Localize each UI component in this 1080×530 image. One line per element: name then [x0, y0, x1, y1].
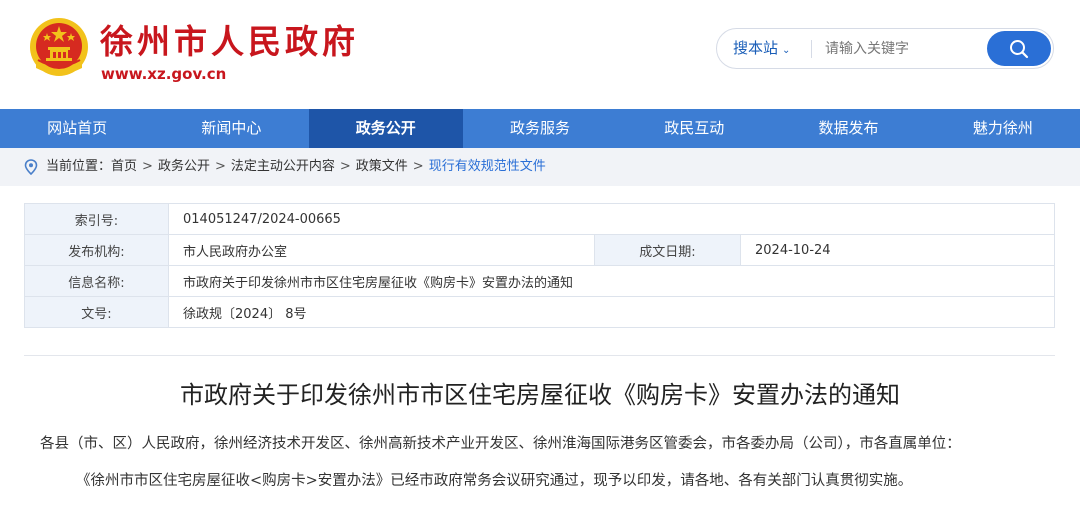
search-scope-label: 搜本站 — [733, 39, 779, 57]
nav-item-home[interactable]: 网站首页 — [0, 109, 154, 148]
search-icon — [1010, 39, 1029, 58]
index-value: 014051247/2024-00665 — [168, 203, 1055, 235]
national-emblem-icon[interactable] — [28, 16, 90, 80]
document-title: 市政府关于印发徐州市市区住宅房屋征收《购房卡》安置办法的通知 — [180, 381, 900, 409]
breadcrumb-separator: > — [339, 159, 351, 174]
table-row: 索引号: 014051247/2024-00665 — [24, 203, 1055, 235]
date-value: 2024-10-24 — [740, 234, 1055, 266]
document-addressees: 各县（市、区）人民政府，徐州经济技术开发区、徐州高新技术产业开发区、徐州淮海国际… — [40, 436, 961, 452]
nav-item-gov-affairs-open[interactable]: 政务公开 — [308, 109, 463, 148]
search-box: 搜本站 ⌄ — [716, 28, 1054, 69]
breadcrumb-statutory-content[interactable]: 法定主动公开内容 — [231, 148, 335, 186]
chevron-down-icon: ⌄ — [782, 45, 791, 56]
search-button[interactable] — [987, 31, 1051, 66]
table-row: 信息名称: 市政府关于印发徐州市市区住宅房屋征收《购房卡》安置办法的通知 — [24, 265, 1055, 297]
breadcrumb-policy-documents[interactable]: 政策文件 — [356, 148, 408, 186]
docno-value: 徐政规〔2024〕 8号 — [168, 296, 1055, 328]
breadcrumb: 当前位置： 首页 > 政务公开 > 法定主动公开内容 > 政策文件 > 现行有效… — [24, 148, 546, 186]
main-nav: 网站首页 新闻中心 政务公开 政务服务 政民互动 数据发布 魅力徐州 — [0, 109, 1080, 148]
nav-item-charm-xuzhou[interactable]: 魅力徐州 — [926, 109, 1080, 148]
date-label: 成文日期: — [594, 234, 741, 266]
breadcrumb-home[interactable]: 首页 — [111, 148, 137, 186]
breadcrumb-gov-affairs-open[interactable]: 政务公开 — [158, 148, 210, 186]
site-title[interactable]: 徐州市人民政府 — [100, 22, 359, 62]
search-input[interactable] — [825, 34, 985, 63]
org-label: 发布机构: — [24, 234, 169, 266]
org-value: 市人民政府办公室 — [168, 234, 595, 266]
breadcrumb-current[interactable]: 现行有效规范性文件 — [429, 148, 546, 186]
nav-item-news[interactable]: 新闻中心 — [154, 109, 308, 148]
breadcrumb-separator: > — [142, 159, 153, 174]
search-scope-dropdown[interactable]: 搜本站 ⌄ — [733, 29, 790, 68]
breadcrumb-bar: 当前位置： 首页 > 政务公开 > 法定主动公开内容 > 政策文件 > 现行有效… — [0, 148, 1080, 186]
name-label: 信息名称: — [24, 265, 169, 297]
nav-item-data-release[interactable]: 数据发布 — [771, 109, 925, 148]
site-url: www.xz.gov.cn — [101, 65, 227, 83]
nav-item-gov-services[interactable]: 政务服务 — [463, 109, 617, 148]
name-value: 市政府关于印发徐州市市区住宅房屋征收《购房卡》安置办法的通知 — [168, 265, 1055, 297]
location-pin-icon — [24, 159, 38, 175]
breadcrumb-separator: > — [214, 159, 226, 174]
index-label: 索引号: — [24, 203, 169, 235]
docno-label: 文号: — [24, 296, 169, 328]
search-divider — [811, 40, 812, 58]
document-body-paragraph: 《徐州市市区住宅房屋征收<购房卡>安置办法》已经市政府常务会议研究通过，现予以印… — [76, 473, 913, 489]
nav-item-interaction[interactable]: 政民互动 — [617, 109, 771, 148]
divider — [24, 355, 1055, 356]
breadcrumb-separator: > — [412, 159, 424, 174]
breadcrumb-prefix: 当前位置： — [46, 159, 112, 174]
document-info-table: 索引号: 014051247/2024-00665 发布机构: 市人民政府办公室… — [24, 203, 1055, 328]
table-row: 文号: 徐政规〔2024〕 8号 — [24, 296, 1055, 328]
table-row: 发布机构: 市人民政府办公室 成文日期: 2024-10-24 — [24, 234, 1055, 266]
site-header: 徐州市人民政府 www.xz.gov.cn 搜本站 ⌄ — [0, 0, 1080, 108]
